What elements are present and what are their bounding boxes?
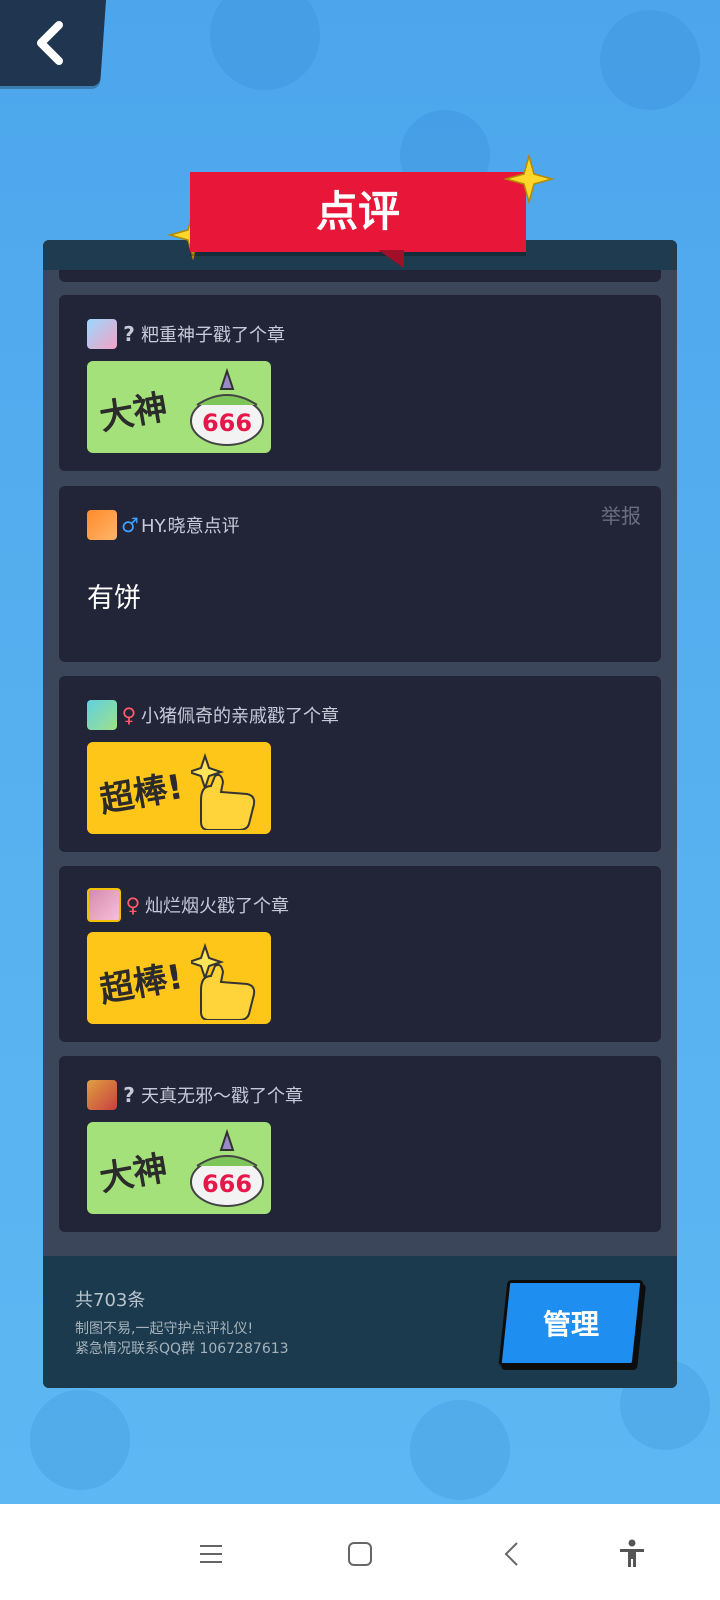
title-ribbon: 点评 [168,154,558,280]
review-list[interactable]: ? 粑重神子戳了个章 大神 666 ♂ HY.晓意点评 举报 有饼 ♀ 小猪佩奇… [59,270,661,1296]
stamp-text: 大神 [96,387,171,439]
star-icon [504,154,554,204]
stamp-badge: 大神 666 [87,1122,271,1214]
avatar[interactable] [87,1080,117,1110]
report-button[interactable]: 举报 [601,500,641,529]
avatar[interactable] [87,888,121,922]
reviewer-name[interactable]: 天真无邪～戳了个章 [141,1082,303,1108]
thumbs-up-icon [191,752,256,830]
avatar[interactable] [87,700,117,730]
review-card: ♀ 小猪佩奇的亲戚戳了个章 超棒! [59,676,661,852]
menu-nav-button[interactable] [191,1534,231,1574]
stamp-badge: 超棒! [87,932,271,1024]
etiquette-note: 制图不易,一起守护点评礼仪! [75,1321,254,1337]
manage-button[interactable]: 管理 [498,1280,644,1366]
page-title: 点评 [315,187,400,236]
gender-icon: ? [123,1083,135,1107]
review-card: ? 粑重神子戳了个章 大神 666 [59,295,661,471]
menu-icon [200,1545,222,1563]
review-comment: 有饼 [87,583,141,614]
stamp-badge: 大神 666 [87,361,271,453]
back-arrow-icon [504,1542,518,1566]
review-card: ♀ 灿烂烟火戳了个章 超棒! [59,866,661,1042]
stamp-666-icon: 666 [190,1128,264,1207]
male-icon: ♂ [121,513,139,537]
chevron-left-icon [36,21,63,65]
back-nav-button[interactable] [492,1534,532,1574]
system-navigation-bar [0,1504,720,1600]
reviewer-name[interactable]: 灿烂烟火戳了个章 [145,892,289,918]
female-icon: ♀ [125,893,141,917]
home-nav-button[interactable] [340,1534,380,1574]
thumbs-up-icon [191,942,256,1020]
panel-footer: 共703条 制图不易,一起守护点评礼仪! 紧急情况联系QQ群 106728761… [43,1256,677,1388]
ribbon-banner: 点评 [190,172,526,252]
ribbon-tail [378,250,404,268]
gender-icon: ? [123,322,135,346]
stamp-badge-text: 666 [202,409,252,437]
stamp-badge-text: 666 [202,1170,252,1198]
stamp-badge: 超棒! [87,742,271,834]
reviewer-name[interactable]: 粑重神子戳了个章 [141,321,285,347]
avatar[interactable] [87,319,117,349]
stamp-text: 超棒! [96,766,186,821]
home-square-icon [348,1542,372,1566]
review-panel: ? 粑重神子戳了个章 大神 666 ♂ HY.晓意点评 举报 有饼 ♀ 小猪佩奇… [43,240,677,1388]
review-count: 共703条 [75,1290,146,1311]
accessibility-nav-button[interactable] [612,1534,652,1574]
stamp-666-icon: 666 [190,367,264,446]
back-button[interactable] [0,0,106,86]
female-icon: ♀ [121,703,137,727]
stamp-text: 超棒! [96,956,186,1011]
accessibility-icon [620,1539,644,1567]
reviewer-name[interactable]: HY.晓意点评 [141,512,240,538]
stamp-text: 大神 [96,1148,171,1200]
review-card: ♂ HY.晓意点评 举报 有饼 [59,486,661,662]
contact-note: 紧急情况联系QQ群 1067287613 [75,1341,289,1357]
avatar[interactable] [87,510,117,540]
review-card: ? 天真无邪～戳了个章 大神 666 [59,1056,661,1232]
manage-button-label: 管理 [542,1308,599,1341]
reviewer-name[interactable]: 小猪佩奇的亲戚戳了个章 [141,702,339,728]
